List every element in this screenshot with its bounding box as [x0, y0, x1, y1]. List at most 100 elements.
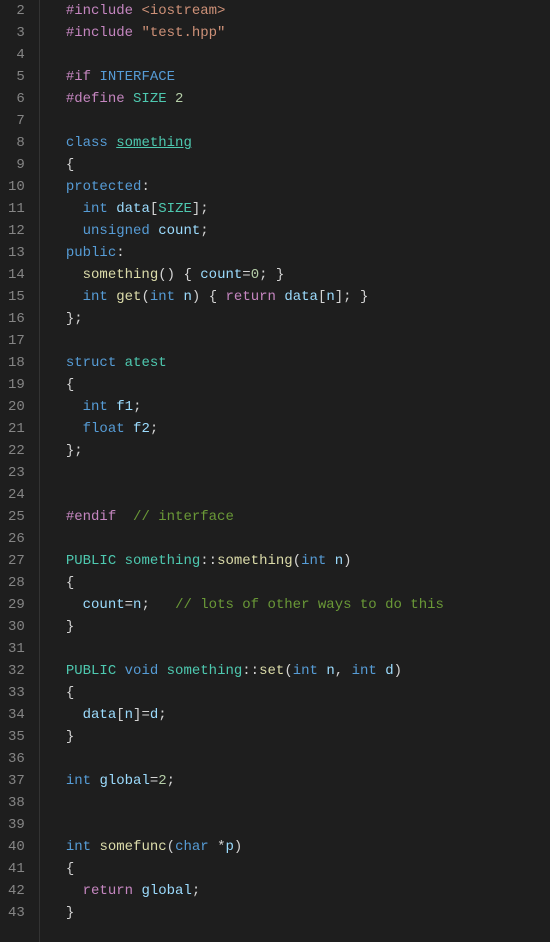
- code-line[interactable]: int f1;: [66, 396, 444, 418]
- line-number: 29: [8, 594, 25, 616]
- code-line[interactable]: PUBLIC void something::set(int n, int d): [66, 660, 444, 682]
- token-punc: {: [66, 575, 74, 591]
- code-line[interactable]: }: [66, 902, 444, 924]
- code-line[interactable]: {: [66, 374, 444, 396]
- token-white: [66, 289, 83, 305]
- code-line[interactable]: [66, 44, 444, 66]
- code-line[interactable]: class something: [66, 132, 444, 154]
- code-line[interactable]: protected:: [66, 176, 444, 198]
- code-line[interactable]: [66, 462, 444, 484]
- code-line[interactable]: float f2;: [66, 418, 444, 440]
- code-line[interactable]: [66, 110, 444, 132]
- token-var: d: [150, 707, 158, 723]
- token-def: PUBLIC: [66, 553, 116, 569]
- code-line[interactable]: int global=2;: [66, 770, 444, 792]
- token-var: n: [335, 553, 343, 569]
- code-line[interactable]: {: [66, 154, 444, 176]
- line-number: 24: [8, 484, 25, 506]
- token-var: data: [284, 289, 318, 305]
- code-line[interactable]: [66, 814, 444, 836]
- code-line[interactable]: {: [66, 682, 444, 704]
- token-op: =: [242, 267, 250, 283]
- line-number: 41: [8, 858, 25, 880]
- line-number: 2: [8, 0, 25, 22]
- code-line[interactable]: #endif // interface: [66, 506, 444, 528]
- token-white: [108, 289, 116, 305]
- line-number: 12: [8, 220, 25, 242]
- token-punc: (: [293, 553, 301, 569]
- token-white: [150, 223, 158, 239]
- code-line[interactable]: count=n; // lots of other ways to do thi…: [66, 594, 444, 616]
- code-area[interactable]: #include <iostream>#include "test.hpp" #…: [40, 0, 444, 942]
- token-punc: ];: [192, 201, 209, 217]
- token-var: f2: [133, 421, 150, 437]
- line-number: 25: [8, 506, 25, 528]
- token-def: SIZE: [133, 91, 167, 107]
- token-white: [108, 135, 116, 151]
- token-type: int: [150, 289, 175, 305]
- code-line[interactable]: #if INTERFACE: [66, 66, 444, 88]
- code-line[interactable]: }: [66, 726, 444, 748]
- code-line[interactable]: #include <iostream>: [66, 0, 444, 22]
- code-line[interactable]: struct atest: [66, 352, 444, 374]
- code-line[interactable]: return global;: [66, 880, 444, 902]
- code-line[interactable]: PUBLIC something::something(int n): [66, 550, 444, 572]
- code-editor[interactable]: 2345678910111213141516171819202122232425…: [0, 0, 550, 942]
- line-number: 13: [8, 242, 25, 264]
- token-punc: {: [66, 861, 74, 877]
- token-white: [66, 597, 83, 613]
- token-punc: [: [150, 201, 158, 217]
- token-cls-u: something: [116, 135, 192, 151]
- line-number-gutter: 2345678910111213141516171819202122232425…: [0, 0, 40, 942]
- code-line[interactable]: int somefunc(char *p): [66, 836, 444, 858]
- token-op: =: [150, 773, 158, 789]
- code-line[interactable]: [66, 748, 444, 770]
- token-var: count: [83, 597, 125, 613]
- token-punc: ; }: [259, 267, 284, 283]
- token-ctrl: return: [226, 289, 276, 305]
- token-cmt: // interface: [133, 509, 234, 525]
- code-line[interactable]: unsigned count;: [66, 220, 444, 242]
- token-type: int: [293, 663, 318, 679]
- token-white: [66, 223, 83, 239]
- line-number: 18: [8, 352, 25, 374]
- token-var: n: [326, 663, 334, 679]
- code-line[interactable]: public:: [66, 242, 444, 264]
- token-punc: ): [343, 553, 351, 569]
- token-var: n: [326, 289, 334, 305]
- token-var: n: [184, 289, 192, 305]
- token-type: char: [175, 839, 209, 855]
- code-line[interactable]: [66, 792, 444, 814]
- token-white: [66, 707, 83, 723]
- code-line[interactable]: [66, 638, 444, 660]
- token-var: n: [125, 707, 133, 723]
- code-line[interactable]: [66, 484, 444, 506]
- token-cmt: // lots of other ways to do this: [175, 597, 444, 613]
- token-white: [116, 509, 133, 525]
- line-number: 43: [8, 902, 25, 924]
- code-line[interactable]: #define SIZE 2: [66, 88, 444, 110]
- code-line[interactable]: [66, 330, 444, 352]
- line-number: 5: [8, 66, 25, 88]
- code-line[interactable]: [66, 528, 444, 550]
- code-line[interactable]: int get(int n) { return data[n]; }: [66, 286, 444, 308]
- line-number: 8: [8, 132, 25, 154]
- code-line[interactable]: };: [66, 308, 444, 330]
- line-number: 23: [8, 462, 25, 484]
- token-punc: ;: [141, 597, 175, 613]
- token-num: 2: [175, 91, 183, 107]
- code-line[interactable]: }: [66, 616, 444, 638]
- line-number: 27: [8, 550, 25, 572]
- code-line[interactable]: {: [66, 858, 444, 880]
- token-type: int: [83, 289, 108, 305]
- code-line[interactable]: };: [66, 440, 444, 462]
- token-pp: #define: [66, 91, 125, 107]
- code-line[interactable]: something() { count=0; }: [66, 264, 444, 286]
- token-punc: }: [66, 619, 74, 635]
- token-type: float: [83, 421, 125, 437]
- code-line[interactable]: #include "test.hpp": [66, 22, 444, 44]
- code-line[interactable]: data[n]=d;: [66, 704, 444, 726]
- code-line[interactable]: {: [66, 572, 444, 594]
- token-white: [116, 663, 124, 679]
- code-line[interactable]: int data[SIZE];: [66, 198, 444, 220]
